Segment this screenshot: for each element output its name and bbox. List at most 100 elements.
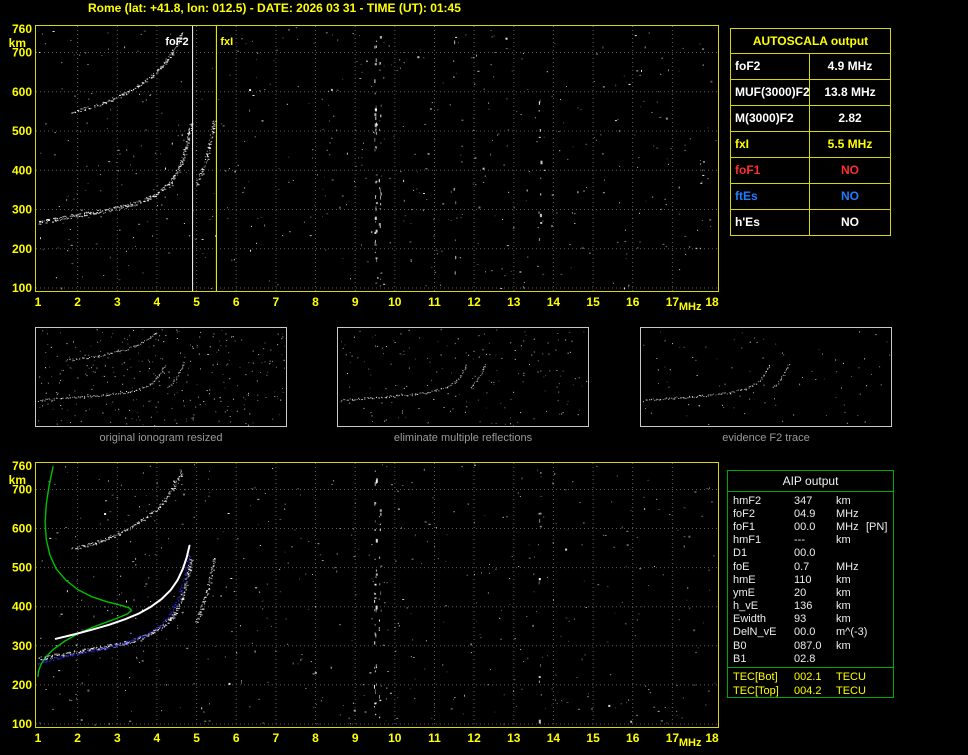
aip-row-foF2: foF2 04.9 MHz: [728, 507, 893, 520]
svg-text:200: 200: [12, 242, 32, 256]
autoscala-row-fxI: fxI 5.5 MHz: [731, 132, 890, 158]
aip-param-value: 347: [794, 494, 813, 507]
svg-text:18: 18: [705, 731, 719, 745]
autoscala-param-value: 5.5 MHz: [827, 137, 873, 151]
autoscala-row-MUF(3000)F2: MUF(3000)F2 13.8 MHz: [731, 80, 890, 106]
ionogram-plot-top: 760 700 600 500 400 300 200 100 km 1 2 3 4 5 6 7 8 9 10 11 1…: [0, 18, 730, 318]
aip-tec-rows: TEC[Bot] 002.1 TECU TEC[Top] 004.2 TECU: [728, 667, 893, 700]
svg-text:500: 500: [12, 561, 32, 575]
aip-param-name: h_vE: [733, 600, 759, 613]
autoscala-output-table: AUTOSCALA output foF2 4.9 MHz MUF(3000)F2 1…: [730, 28, 891, 236]
marker-label-fxI: fxI: [220, 36, 233, 48]
grid-lines: [36, 26, 718, 291]
plot-frame: [35, 25, 719, 292]
autoscala-param-value: NO: [841, 163, 859, 177]
thumbnail-caption-original: original ionogram resized: [99, 432, 223, 444]
svg-text:MHz: MHz: [679, 737, 702, 749]
svg-text:100: 100: [12, 281, 32, 295]
svg-text:4: 4: [154, 295, 161, 309]
autoscala-param-name: h'Es: [731, 210, 810, 235]
svg-text:2: 2: [74, 731, 81, 745]
aip-param-unit: km: [836, 573, 851, 586]
marker-label-foF2: foF2: [165, 36, 188, 48]
thumbnail-evidence-f2: [640, 327, 892, 427]
aip-param-name: foF2: [733, 507, 756, 520]
aip-table-title: AIP output: [728, 471, 893, 492]
aip-row-DelN_vE: DelN_vE 00.0 m^(-3): [728, 626, 893, 639]
svg-text:760: 760: [12, 459, 32, 473]
aip-param-value: 02.8: [794, 652, 816, 665]
svg-text:500: 500: [12, 124, 32, 138]
axis-labels: 760700600500400300200100km1 2 3 4 5 6 7 8 9 10 11 1…: [9, 22, 719, 313]
thumbnail-eliminate-svg: [337, 327, 589, 427]
aip-param-unit: km: [836, 494, 851, 507]
svg-text:11: 11: [428, 731, 441, 745]
svg-text:400: 400: [12, 600, 32, 614]
svg-text:10: 10: [388, 295, 402, 309]
aip-row-hmE: hmE 110 km: [728, 573, 893, 586]
svg-text:200: 200: [12, 678, 32, 692]
autoscala-param-name: ftEs: [731, 184, 810, 209]
fitted-trace: [54, 544, 191, 640]
autoscala-screen: Rome (lat: +41.8, lon: 012.5) - DATE: 20…: [0, 0, 968, 755]
aip-row-Ewidth: Ewidth 93 km: [728, 613, 893, 626]
svg-text:MHz: MHz: [679, 301, 702, 313]
aip-param-value: 0.7: [794, 560, 810, 573]
thumbnail-eliminate-reflections: [337, 327, 589, 427]
svg-text:16: 16: [626, 295, 640, 309]
autoscala-param-value: NO: [841, 215, 859, 229]
svg-text:300: 300: [12, 639, 32, 653]
aip-param-name: ymE: [733, 586, 755, 599]
svg-text:15: 15: [586, 731, 600, 745]
aip-param-name: hmE: [733, 573, 756, 586]
aip-output-table: AIP output hmF2 347 km foF2 04.9 MHz foF1 00.0 M…: [727, 470, 894, 698]
aip-param-extra: [PN]: [866, 520, 888, 533]
aip-param-value: 04.9: [794, 507, 816, 520]
svg-text:18: 18: [705, 295, 719, 309]
aip-row-h_vE: h_vE 136 km: [728, 600, 893, 613]
thumbnail-evidence-svg: [640, 327, 892, 427]
aip-param-name: B1: [733, 652, 747, 665]
thumbnail-caption-eliminate: eliminate multiple reflections: [393, 432, 533, 444]
aip-param-name: hmF2: [733, 494, 762, 507]
autoscala-row-h'Es: h'Es NO: [731, 210, 890, 235]
aip-param-unit: MHz: [836, 507, 859, 520]
f2-second-hop: [71, 469, 184, 550]
aip-param-value: 004.2: [794, 685, 822, 698]
aip-row-hmF1: hmF1 --- km: [728, 534, 893, 547]
thumbnail-original-ionogram: [35, 327, 287, 427]
autoscala-param-value: 2.82: [838, 111, 862, 125]
aip-param-unit: MHz: [836, 560, 859, 573]
aip-param-unit: TECU: [836, 671, 866, 684]
aip-param-unit: km: [836, 534, 851, 547]
svg-text:14: 14: [547, 731, 561, 745]
autoscala-row-foF1: foF1 NO: [731, 158, 890, 184]
svg-text:9: 9: [352, 295, 359, 309]
aip-param-value: 93: [794, 613, 807, 626]
aip-param-value: ---: [794, 534, 805, 547]
aip-row-foE: foE 0.7 MHz: [728, 560, 893, 573]
autoscala-param-value: 4.9 MHz: [827, 59, 873, 73]
svg-text:12: 12: [467, 731, 481, 745]
svg-text:8: 8: [312, 295, 319, 309]
aip-param-unit: km: [836, 613, 851, 626]
aip-param-unit: m^(-3): [836, 626, 868, 639]
aip-param-name: B0: [733, 639, 747, 652]
aip-param-value: 087.0: [794, 639, 822, 652]
aip-param-name: foF1: [733, 520, 756, 533]
svg-text:7: 7: [273, 295, 280, 309]
ionogram-top-svg: 760700600500400300200100km1 2 3 4 5 6 7 8 9 10 11 1…: [9, 22, 719, 313]
aip-row-B0: B0 087.0 km: [728, 639, 893, 652]
svg-text:6: 6: [233, 295, 240, 309]
svg-text:13: 13: [507, 295, 521, 309]
aip-row-hmF2: hmF2 347 km: [728, 494, 893, 507]
svg-text:13: 13: [507, 731, 521, 745]
aip-param-unit: km: [836, 586, 851, 599]
svg-text:3: 3: [114, 295, 121, 309]
aip-param-value: 00.0: [794, 547, 816, 560]
svg-text:11: 11: [428, 295, 441, 309]
aip-param-name: DelN_vE: [733, 626, 777, 639]
svg-text:2: 2: [74, 295, 81, 309]
aip-row-B1: B1 02.8: [728, 652, 893, 665]
background-noise: [38, 464, 716, 726]
